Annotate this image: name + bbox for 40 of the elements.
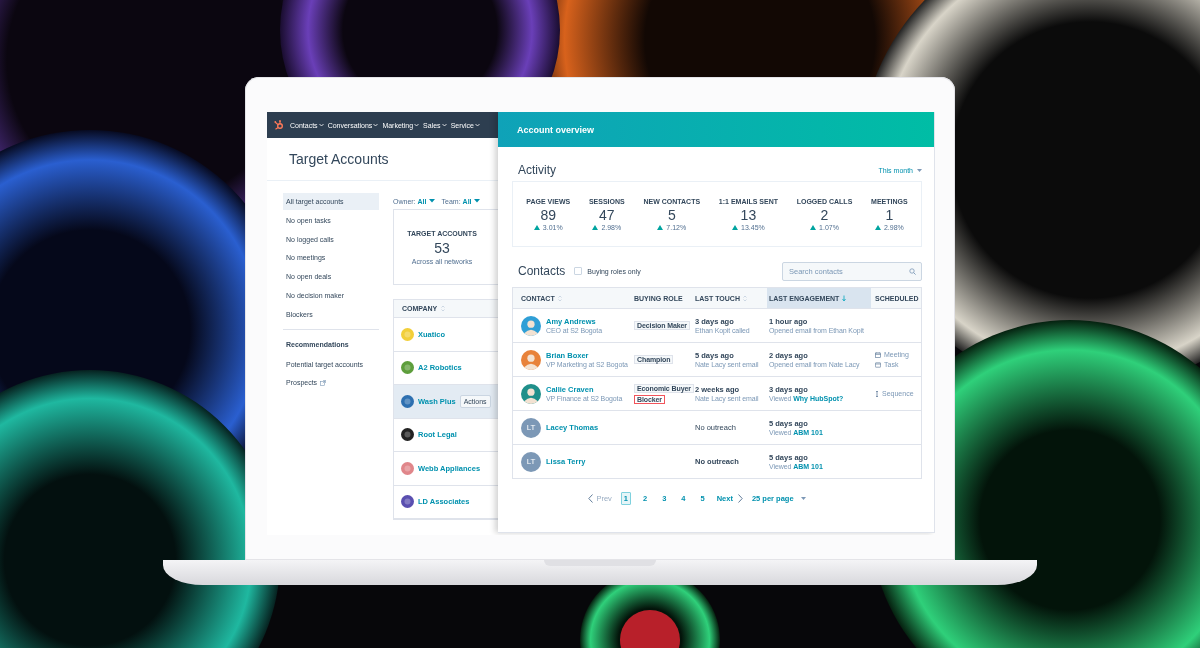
stat-value: 2 — [820, 206, 829, 223]
up-triangle-icon — [533, 224, 540, 230]
calendar-icon — [875, 351, 881, 358]
section-title: Contacts — [518, 264, 566, 278]
task-icon — [875, 361, 881, 368]
checkbox[interactable] — [574, 267, 583, 275]
chevron-down-icon — [441, 123, 447, 127]
sprocket-logo-icon — [274, 120, 284, 130]
caret-down-icon — [800, 497, 806, 500]
chevron-down-icon — [414, 123, 420, 127]
chevron-right-icon — [737, 494, 743, 503]
chevron-down-icon — [318, 123, 324, 127]
sort-icon — [557, 294, 562, 302]
card-value: 53 — [433, 239, 451, 256]
search-icon — [909, 267, 916, 275]
chevron-down-icon — [474, 123, 480, 127]
section-title: Activity — [518, 163, 556, 177]
stat-value: 47 — [599, 206, 615, 223]
stat-value: 1 — [885, 206, 894, 223]
caret-down-icon — [473, 199, 480, 203]
caret-down-icon — [917, 168, 922, 172]
up-triangle-icon — [874, 224, 881, 230]
vertical-bar-icon — [875, 390, 879, 397]
up-triangle-icon — [657, 224, 664, 230]
up-triangle-icon — [732, 224, 739, 230]
panel-header: Account overview — [498, 112, 934, 147]
sort-icon — [441, 305, 446, 312]
initials-avatar: LT — [521, 451, 541, 472]
chevron-left-icon — [588, 494, 594, 503]
chevron-down-icon — [373, 123, 379, 127]
sort-descending-icon — [842, 294, 847, 302]
initials-avatar: LT — [521, 417, 541, 438]
stat-value: 5 — [667, 206, 676, 223]
stat-value: 13 — [740, 206, 757, 223]
page-title: Target Accounts — [289, 151, 389, 167]
external-link-icon — [320, 379, 327, 386]
stat-value: 89 — [540, 206, 557, 223]
up-triangle-icon — [592, 224, 599, 230]
caret-down-icon — [428, 199, 435, 203]
up-triangle-icon — [810, 224, 817, 230]
